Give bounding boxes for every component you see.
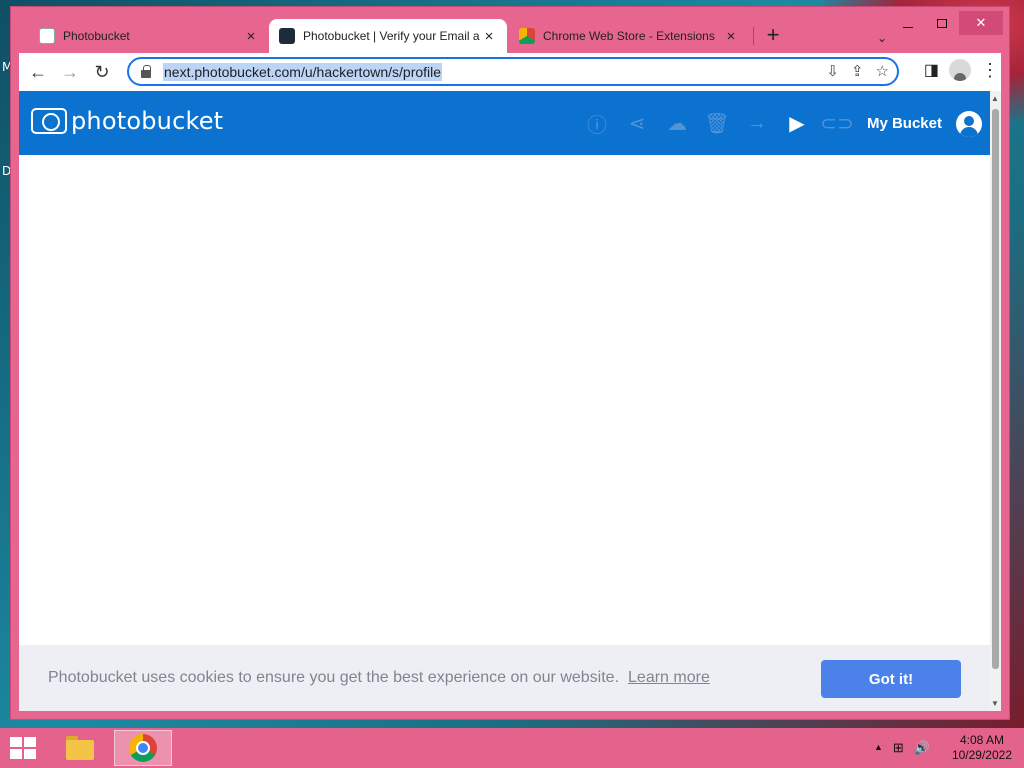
address-bar[interactable]: next.photobucket.com/u/hackertown/s/prof… bbox=[127, 57, 899, 86]
link-icon[interactable]: ⊂⊃ bbox=[817, 111, 857, 136]
install-app-icon[interactable]: ⇩ bbox=[826, 62, 839, 80]
tab-photobucket[interactable]: Photobucket × bbox=[29, 19, 269, 53]
window-controls: ✕ bbox=[891, 11, 1003, 35]
scroll-thumb[interactable] bbox=[992, 109, 999, 669]
maximize-icon bbox=[937, 18, 947, 28]
my-bucket-link[interactable]: My Bucket bbox=[867, 115, 942, 132]
header-actions: ⓘ ⋖ ☁ 🗑 → ▶ ⊂⊃ My Bucket bbox=[577, 109, 982, 138]
browser-menu-icon[interactable]: ⋮ bbox=[981, 60, 999, 81]
accept-cookies-button[interactable]: Got it! bbox=[821, 660, 961, 698]
clock-date: 10/29/2022 bbox=[951, 748, 1012, 762]
slideshow-play-icon[interactable]: ▶ bbox=[777, 111, 817, 136]
clock-time: 4:08 AM bbox=[959, 733, 1004, 747]
show-hidden-icons-icon[interactable]: ▲ bbox=[874, 742, 883, 756]
move-arrow-icon[interactable]: → bbox=[737, 112, 777, 135]
chrome-web-store-favicon-icon bbox=[519, 28, 535, 44]
new-tab-button[interactable]: + bbox=[761, 24, 785, 48]
omnibox-actions: ⇩ ⇪ ☆ bbox=[826, 62, 889, 80]
camera-icon bbox=[31, 108, 67, 134]
photobucket-favicon-icon bbox=[279, 28, 295, 44]
close-icon: ✕ bbox=[975, 15, 987, 30]
bookmark-star-icon[interactable]: ☆ bbox=[876, 62, 889, 80]
system-tray: ▲ ⊞ 🔊 bbox=[874, 740, 930, 756]
lock-icon[interactable] bbox=[141, 64, 151, 78]
toolbar-right: ◨ ⋮ bbox=[924, 59, 999, 81]
tab-search-button[interactable]: ⌄ bbox=[877, 31, 887, 45]
tab-verify-email[interactable]: Photobucket | Verify your Email a × bbox=[269, 19, 507, 53]
user-account-icon[interactable] bbox=[956, 110, 982, 137]
url-text[interactable]: next.photobucket.com/u/hackertown/s/prof… bbox=[163, 62, 443, 81]
side-panel-icon[interactable]: ◨ bbox=[924, 60, 939, 80]
windows-start-icon[interactable] bbox=[10, 737, 38, 759]
taskbar: ▲ ⊞ 🔊 4:08 AM 10/29/2022 bbox=[0, 728, 1024, 768]
cloud-upload-icon[interactable]: ☁ bbox=[657, 111, 697, 136]
file-explorer-icon[interactable] bbox=[64, 734, 96, 762]
back-button[interactable]: ← bbox=[25, 59, 51, 85]
close-tab-icon[interactable]: × bbox=[243, 28, 259, 45]
tab-strip: Photobucket × Photobucket | Verify your … bbox=[19, 19, 899, 53]
share-icon[interactable]: ⇪ bbox=[851, 62, 864, 80]
chrome-taskbar-button[interactable] bbox=[114, 730, 172, 766]
network-icon[interactable]: ⊞ bbox=[893, 740, 904, 756]
minimize-icon bbox=[903, 26, 913, 28]
close-tab-icon[interactable]: × bbox=[481, 28, 497, 45]
taskbar-clock[interactable]: 4:08 AM 10/29/2022 bbox=[952, 733, 1012, 763]
page-scrollbar[interactable]: ▲ ▼ bbox=[990, 91, 1001, 711]
learn-more-link[interactable]: Learn more bbox=[628, 669, 710, 687]
volume-icon[interactable]: 🔊 bbox=[914, 740, 930, 756]
browser-toolbar: ← → ↻ next.photobucket.com/u/hackertown/… bbox=[19, 53, 1001, 91]
info-icon[interactable]: ⓘ bbox=[577, 109, 617, 138]
close-tab-icon[interactable]: × bbox=[723, 28, 739, 45]
reload-button[interactable]: ↻ bbox=[89, 59, 115, 85]
photobucket-favicon-icon bbox=[39, 28, 55, 44]
trash-icon[interactable]: 🗑 bbox=[697, 111, 737, 136]
tab-label: Chrome Web Store - Extensions bbox=[543, 29, 715, 43]
close-window-button[interactable]: ✕ bbox=[959, 11, 1003, 35]
browser-window: ✕ Photobucket × Photobucket | Verify you… bbox=[10, 6, 1010, 720]
page-viewport: photobucket ⓘ ⋖ ☁ 🗑 → ▶ ⊂⊃ My Bucket ▲ ▼… bbox=[19, 91, 1001, 711]
chrome-icon bbox=[129, 734, 157, 762]
tab-label: Photobucket | Verify your Email a bbox=[303, 29, 480, 43]
logo-text: photobucket bbox=[71, 107, 224, 135]
photobucket-logo[interactable]: photobucket bbox=[31, 107, 223, 135]
share-icon[interactable]: ⋖ bbox=[617, 111, 657, 136]
profile-avatar-icon[interactable] bbox=[949, 59, 971, 81]
tab-label: Photobucket bbox=[63, 29, 130, 43]
scroll-up-icon[interactable]: ▲ bbox=[991, 94, 999, 103]
tab-separator bbox=[753, 27, 754, 45]
photobucket-header: photobucket ⓘ ⋖ ☁ 🗑 → ▶ ⊂⊃ My Bucket bbox=[19, 91, 990, 155]
scroll-down-icon[interactable]: ▼ bbox=[991, 699, 999, 708]
cookie-message: Photobucket uses cookies to ensure you g… bbox=[48, 669, 620, 686]
maximize-button[interactable] bbox=[925, 11, 959, 35]
tab-chrome-web-store[interactable]: Chrome Web Store - Extensions × bbox=[509, 19, 749, 53]
forward-button[interactable]: → bbox=[57, 59, 83, 85]
cookie-banner: Photobucket uses cookies to ensure you g… bbox=[19, 645, 990, 711]
